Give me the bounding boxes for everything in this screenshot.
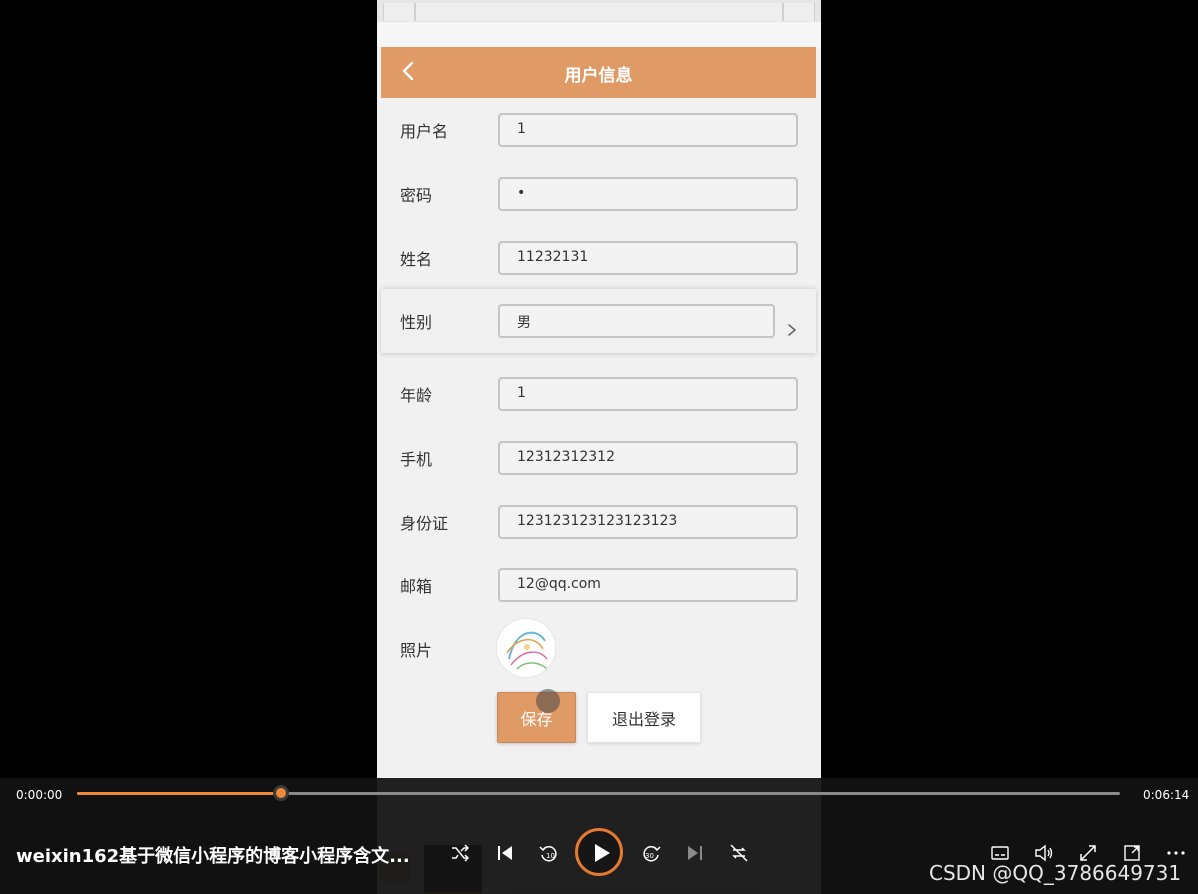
tab-segment[interactable]: [383, 3, 415, 21]
phone-screen: 用户信息 用户名 1 密码 • 姓名 11232131 性别 男 年龄 1 手机…: [377, 0, 821, 894]
rewind-10-icon[interactable]: 10: [538, 842, 560, 864]
current-time: 0:00:00: [16, 788, 63, 802]
username-input[interactable]: 1: [498, 113, 798, 147]
field-label: 手机: [400, 450, 433, 469]
form-row-email: 邮箱 12@qq.com: [381, 553, 816, 617]
form-row-phone: 手机 12312312312: [381, 426, 816, 490]
page-title: 用户信息: [564, 66, 633, 86]
previous-icon[interactable]: [494, 842, 516, 864]
svg-text:30: 30: [645, 852, 654, 860]
field-label: 年龄: [400, 386, 433, 405]
repeat-off-icon[interactable]: [728, 842, 750, 864]
form-row-idcard: 身份证 123123123123123123: [381, 490, 816, 554]
name-input[interactable]: 11232131: [498, 241, 798, 275]
total-time: 0:06:14: [1143, 788, 1190, 802]
avatar-image: [506, 631, 548, 670]
field-label: 身份证: [400, 514, 449, 533]
page-header: 用户信息: [381, 47, 816, 98]
tab-segment[interactable]: [783, 3, 815, 21]
form-row-gender[interactable]: 性别 男: [381, 289, 816, 353]
field-label: 照片: [400, 641, 433, 660]
shuffle-icon[interactable]: [449, 842, 471, 864]
play-button[interactable]: [575, 828, 623, 876]
seek-bar[interactable]: [77, 785, 1120, 801]
logout-label: 退出登录: [611, 709, 676, 729]
forward-30-icon[interactable]: 30: [640, 842, 662, 864]
field-label: 用户名: [400, 122, 449, 141]
play-icon: [595, 844, 610, 862]
player-controls: 0:00:00 0:06:14 weixin162基于微信小程序的博客小程序含文…: [0, 778, 1198, 894]
photo-thumbnail[interactable]: [496, 618, 556, 678]
browser-tab-strip: [377, 0, 821, 22]
field-label: 性别: [400, 313, 433, 332]
tab-segment[interactable]: [415, 3, 783, 21]
field-label: 姓名: [400, 250, 433, 269]
touch-indicator: [536, 689, 560, 713]
csdn-watermark: CSDN @QQ_3786649731: [929, 861, 1182, 885]
field-label: 密码: [400, 186, 433, 205]
gender-select[interactable]: 男: [498, 304, 775, 338]
email-input[interactable]: 12@qq.com: [498, 568, 798, 602]
video-title: weixin162基于微信小程序的博客小程序含文...: [16, 846, 410, 867]
logout-button[interactable]: 退出登录: [587, 692, 701, 743]
save-button[interactable]: 保存: [497, 689, 576, 743]
field-label: 邮箱: [400, 577, 433, 596]
form-row-name: 姓名 11232131: [381, 226, 816, 290]
idcard-input[interactable]: 123123123123123123: [498, 505, 798, 539]
form-row-age: 年龄 1: [381, 362, 816, 426]
password-input[interactable]: •: [498, 177, 798, 211]
form-row-password: 密码 •: [381, 162, 816, 226]
age-input[interactable]: 1: [498, 377, 798, 411]
form-row-photo: 照片: [381, 617, 816, 681]
phone-input[interactable]: 12312312312: [498, 441, 798, 475]
seek-progress: [77, 792, 282, 795]
svg-text:10: 10: [546, 852, 555, 860]
seek-thumb[interactable]: [273, 785, 290, 801]
next-icon[interactable]: [684, 842, 706, 864]
status-gap: [377, 22, 821, 47]
form-row-username: 用户名 1: [381, 98, 816, 162]
chevron-right-icon: [788, 324, 796, 336]
